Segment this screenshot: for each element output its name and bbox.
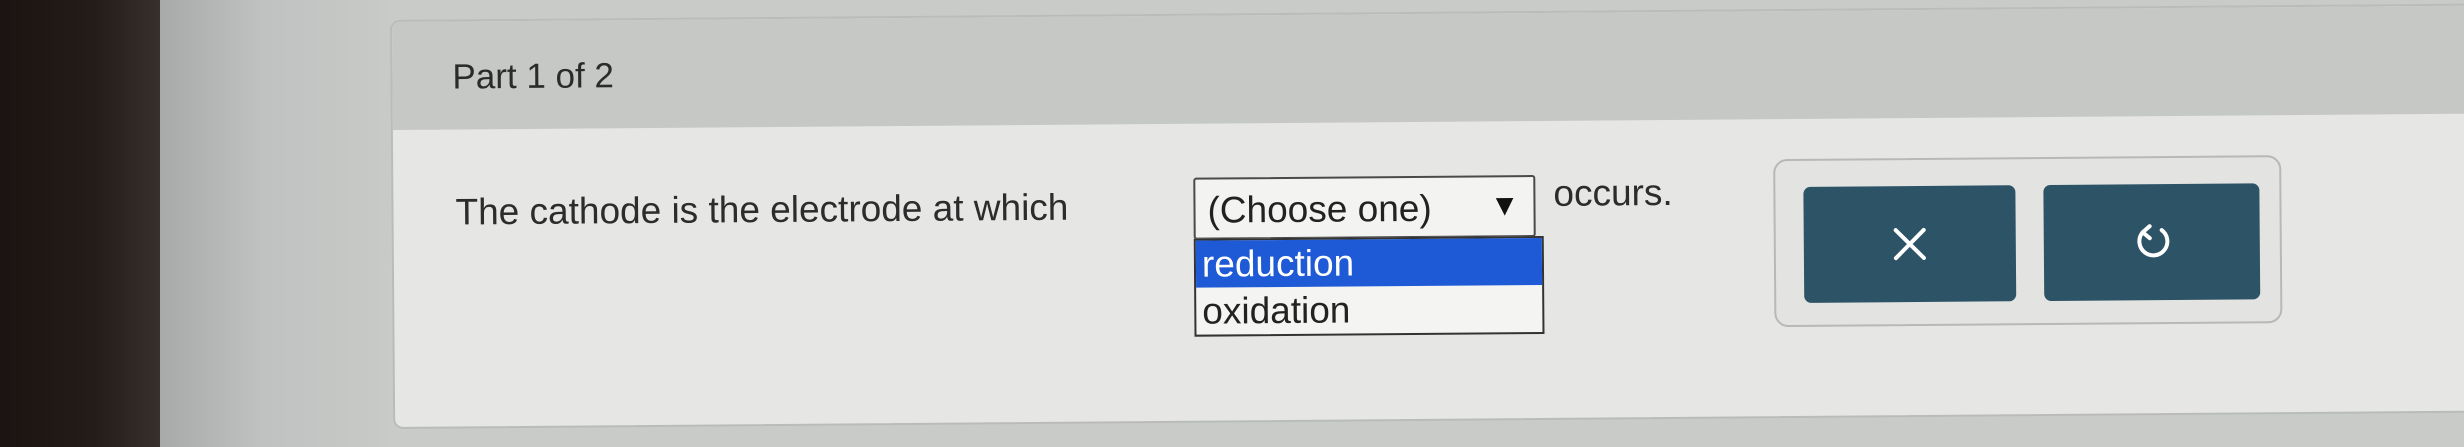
undo-button[interactable] [2043, 183, 2261, 302]
card-header: Part 1 of 2 [392, 5, 2464, 130]
undo-icon [2137, 224, 2170, 258]
clear-button[interactable] [1803, 185, 2017, 303]
part-label: Part 1 of 2 [452, 56, 615, 97]
option-oxidation[interactable]: oxidation [1196, 285, 1542, 335]
dropdown-options-list: reduction oxidation [1193, 235, 1545, 337]
page-margin [160, 0, 390, 447]
question-text: The cathode is the electrode at which [455, 186, 1069, 233]
question-card: Part 1 of 2 The cathode is the electrode… [390, 3, 2464, 429]
dropdown-arrow-icon: ▼ [1489, 189, 1520, 223]
dropdown-selected-value: (Choose one) [1207, 187, 1432, 231]
device-bezel [0, 0, 170, 447]
x-icon [1893, 227, 1926, 261]
question-suffix: occurs. [1553, 171, 1673, 214]
answer-dropdown[interactable]: (Choose one) ▼ [1193, 175, 1536, 240]
tools-panel [1773, 155, 2283, 328]
option-reduction[interactable]: reduction [1195, 237, 1543, 288]
